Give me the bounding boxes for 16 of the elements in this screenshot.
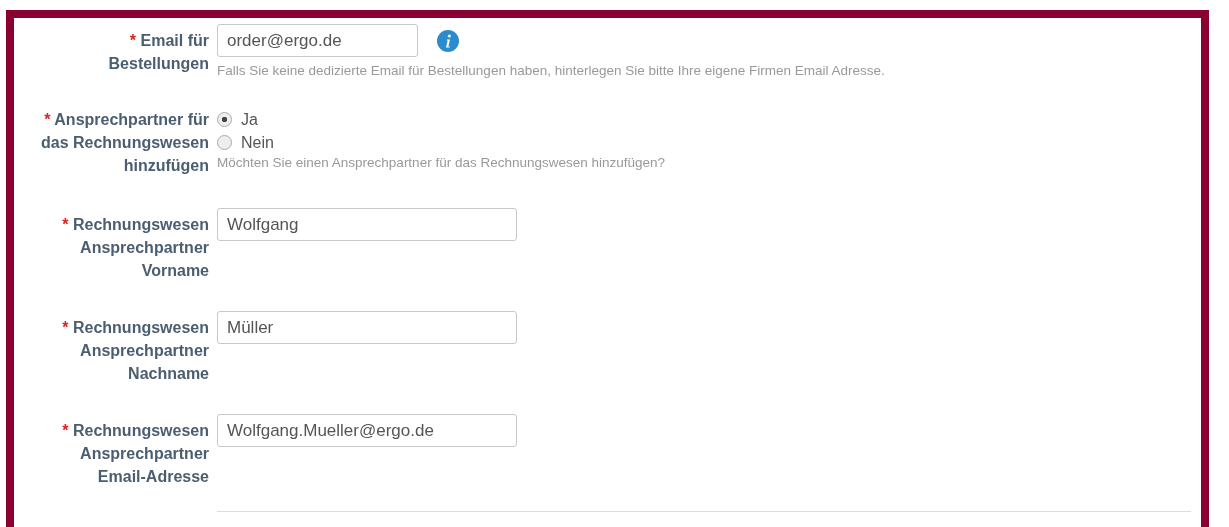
radio-label[interactable]: Ja (241, 110, 258, 129)
radio-button[interactable] (217, 135, 232, 150)
radio-button[interactable] (217, 112, 232, 127)
info-icon[interactable] (437, 29, 459, 52)
field-label: * Email für Bestellungen (107, 31, 209, 74)
help-text: Möchten Sie einen Ansprechpartner für das Rechnungswesen hinzufügen? (217, 155, 667, 170)
input-field[interactable]: Wolfgang (217, 208, 517, 241)
field-label: * Rechnungswesen Ansprechpartner Email-Adresse (61, 421, 209, 487)
radio-label[interactable]: Nein (241, 133, 274, 152)
input-field[interactable]: Wolfgang.Mueller@ergo.de (217, 414, 517, 447)
input-field[interactable]: Müller (217, 311, 517, 344)
input-field[interactable]: order@ergo.de (217, 24, 418, 57)
field-label: * Rechnungswesen Ansprechpartner Vorname (61, 215, 209, 281)
field-label: * Rechnungswesen Ansprechpartner Nachname (61, 318, 209, 384)
help-text: Falls Sie keine dedizierte Email für Bestellungen haben, hinterlegen Sie bitte Ihre eigene Firmen Email Adresse. (217, 63, 886, 78)
field-label: * Ansprechpartner für das Rechnungswesen hinzufügen (39, 110, 209, 176)
